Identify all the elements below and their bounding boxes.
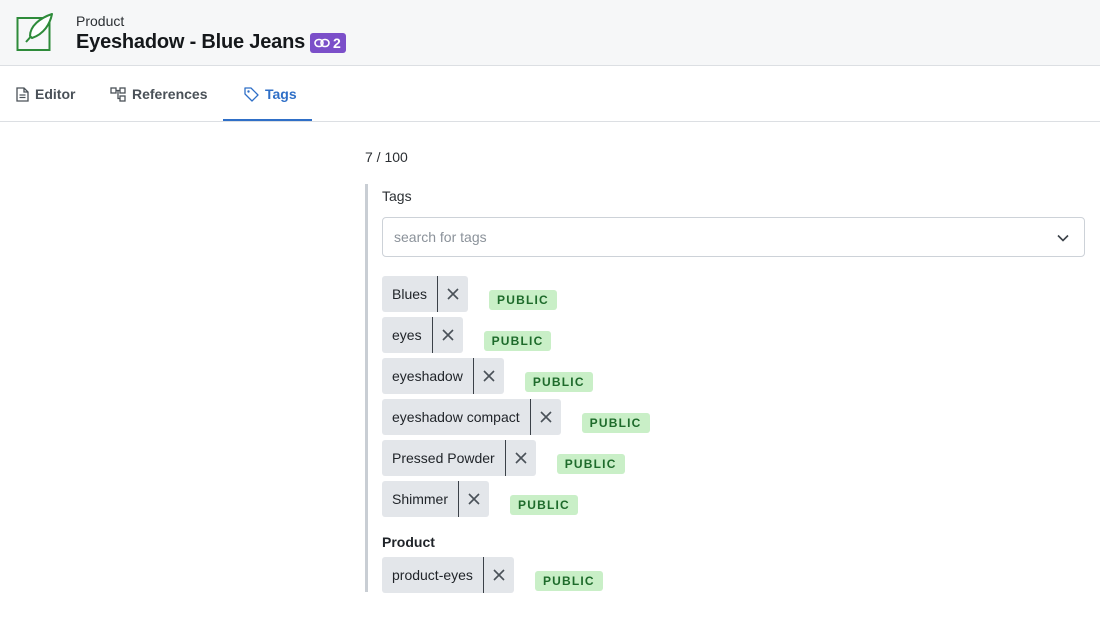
document-type: Product — [76, 13, 125, 29]
references-badge[interactable]: 2 — [310, 32, 346, 53]
tag-row: Pressed Powder PUBLIC — [382, 440, 625, 476]
remove-tag-button[interactable] — [484, 557, 514, 593]
chevron-down-icon[interactable] — [1056, 231, 1070, 245]
tag-icon — [244, 86, 259, 102]
close-icon — [468, 493, 480, 505]
tag-chip: eyes — [382, 317, 463, 353]
tag-label: Pressed Powder — [382, 440, 506, 476]
feather-icon — [16, 13, 53, 51]
tag-label: Blues — [382, 276, 439, 312]
tag-label: product-eyes — [382, 557, 484, 593]
close-icon — [447, 288, 459, 300]
remove-tag-button[interactable] — [506, 440, 536, 476]
title-row: Eyeshadow - Blue Jeans 2 — [76, 31, 346, 54]
document-icon — [16, 86, 29, 102]
document-header: Product Eyeshadow - Blue Jeans 2 — [0, 0, 1100, 66]
tag-row: eyes PUBLIC — [382, 317, 552, 353]
close-icon — [442, 329, 454, 341]
tag-chip: eyeshadow compact — [382, 399, 561, 435]
tag-chip: Shimmer — [382, 481, 490, 517]
product-group-label: Product — [382, 534, 435, 550]
tag-counter: 7 / 100 — [365, 149, 408, 165]
remove-tag-button[interactable] — [459, 481, 489, 517]
tab-bar: Editor References Tags — [0, 66, 1100, 122]
tags-field-label: Tags — [382, 188, 412, 204]
tag-chip: Pressed Powder — [382, 440, 536, 476]
remove-tag-button[interactable] — [474, 358, 504, 394]
close-icon — [493, 569, 505, 581]
close-icon — [540, 411, 552, 423]
tab-editor[interactable]: Editor — [16, 66, 75, 122]
tab-references-label: References — [132, 86, 208, 102]
tag-search-input[interactable] — [394, 229, 1034, 245]
tab-tags-label: Tags — [265, 86, 297, 102]
visibility-badge: PUBLIC — [534, 571, 603, 591]
tag-label: eyeshadow compact — [382, 399, 531, 435]
remove-tag-button[interactable] — [531, 399, 561, 435]
tag-row: Shimmer PUBLIC — [382, 481, 578, 517]
tab-tags[interactable]: Tags — [244, 66, 297, 122]
tag-label: eyes — [382, 317, 433, 353]
tab-references[interactable]: References — [110, 66, 208, 122]
field-indent-bar — [365, 184, 368, 592]
close-icon — [515, 452, 527, 464]
visibility-badge: PUBLIC — [489, 290, 557, 310]
tag-row: eyeshadow PUBLIC — [382, 358, 593, 394]
visibility-badge: PUBLIC — [556, 454, 625, 474]
tag-row: product-eyes PUBLIC — [382, 557, 603, 593]
hierarchy-icon — [110, 86, 126, 102]
close-icon — [483, 370, 495, 382]
references-count: 2 — [333, 34, 341, 51]
tag-row: eyeshadow compact PUBLIC — [382, 399, 650, 435]
page-title: Eyeshadow - Blue Jeans — [76, 31, 306, 53]
remove-tag-button[interactable] — [438, 276, 468, 312]
tab-editor-label: Editor — [35, 86, 76, 102]
visibility-badge: PUBLIC — [483, 331, 552, 351]
visibility-badge: PUBLIC — [524, 372, 593, 392]
link-icon — [314, 38, 330, 47]
tag-label: eyeshadow — [382, 358, 474, 394]
visibility-badge: PUBLIC — [510, 495, 578, 515]
tag-chip: product-eyes — [382, 557, 514, 593]
tag-label: Shimmer — [382, 481, 460, 517]
tag-row: Blues PUBLIC — [382, 276, 557, 312]
visibility-badge: PUBLIC — [581, 413, 650, 433]
tag-chip: Blues — [382, 276, 469, 312]
active-tab-indicator — [223, 119, 312, 121]
tag-search-box[interactable] — [382, 217, 1085, 257]
remove-tag-button[interactable] — [433, 317, 463, 353]
tag-chip: eyeshadow — [382, 358, 504, 394]
